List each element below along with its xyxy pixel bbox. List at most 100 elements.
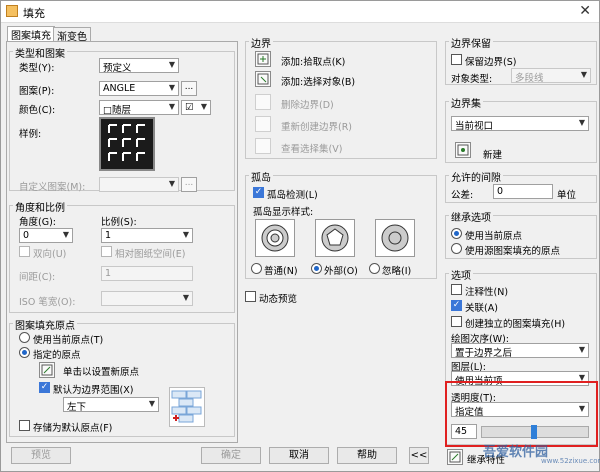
browse-pattern-button[interactable]: ... — [181, 81, 197, 96]
island-normal-icon[interactable] — [255, 219, 295, 257]
outer-label: 外部(O) — [324, 266, 358, 277]
pick-points-label: 添加:拾取点(K) — [281, 57, 346, 68]
custom-pattern-label: 自定义图案(M): — [19, 182, 86, 193]
type-value: 预定义 — [103, 63, 132, 73]
scale-label: 比例(S): — [101, 217, 137, 228]
help-button[interactable]: 帮助 — [337, 447, 397, 464]
type-label: 类型(Y): — [19, 63, 55, 74]
use-source-origin-radio[interactable] — [451, 243, 462, 254]
draw-order-select[interactable]: 置于边界之后 ▼ — [451, 343, 589, 358]
scale-select[interactable]: 1 ▼ — [101, 228, 193, 243]
normal-radio[interactable] — [251, 263, 262, 274]
angle-scale-title: 角度和比例 — [13, 199, 67, 214]
retain-boundaries-checkbox[interactable] — [451, 54, 462, 65]
collapse-button[interactable]: << — [409, 447, 429, 464]
background-color-select[interactable]: ☑ ▼ — [181, 100, 211, 115]
separate-hatches-checkbox[interactable] — [451, 316, 462, 327]
ok-button[interactable]: 确定 — [201, 447, 261, 464]
sample-label: 样例: — [19, 129, 42, 140]
angle-label: 角度(G): — [19, 217, 56, 228]
background-color-value: ☑ — [185, 102, 194, 113]
pick-points-button[interactable] — [255, 51, 271, 67]
inherit-properties-button[interactable] — [447, 449, 463, 465]
watermark-url: www.52zixue.com — [541, 457, 600, 465]
normal-label: 普通(N) — [264, 266, 298, 277]
chevron-down-icon: ▼ — [578, 118, 585, 127]
new-boundary-set-button[interactable] — [455, 142, 471, 158]
custom-pattern-select[interactable]: ▼ — [99, 177, 179, 192]
spacing-input[interactable]: 1 — [101, 266, 193, 281]
crosshair-icon — [41, 364, 53, 376]
chevron-down-icon: ▼ — [168, 60, 175, 69]
pattern-label: 图案(P): — [19, 86, 55, 97]
ignore-radio[interactable] — [369, 263, 380, 274]
new-boundary-set-label: 新建 — [483, 150, 503, 161]
chevron-down-icon: ▼ — [182, 230, 189, 239]
dynamic-preview-checkbox[interactable] — [245, 291, 256, 302]
island-style-label: 孤岛显示样式: — [253, 207, 314, 218]
normal-style-icon — [261, 224, 289, 252]
chevron-down-icon: ▼ — [168, 179, 175, 188]
title-bar: 填充 ✕ — [1, 1, 599, 23]
pattern-sample-swatch[interactable] — [99, 117, 155, 171]
chevron-down-icon: ▼ — [578, 345, 585, 354]
associative-checkbox[interactable]: ✓ — [451, 300, 462, 311]
tab-hatch[interactable]: 图案填充 — [7, 26, 55, 42]
store-default-origin-label: 存储为默认原点(F) — [33, 423, 113, 434]
use-current-origin-radio[interactable] — [451, 228, 462, 239]
click-set-origin-label: 单击以设置新原点 — [63, 367, 140, 378]
use-source-origin-label: 使用源图案填充的原点 — [465, 246, 561, 257]
extent-position-select[interactable]: 左下 ▼ — [63, 397, 159, 412]
cancel-button[interactable]: 取消 — [269, 447, 329, 464]
type-select[interactable]: 预定义 ▼ — [99, 58, 179, 73]
island-ignore-icon[interactable] — [375, 219, 415, 257]
inherit-icon — [449, 451, 461, 463]
angle-value: 0 — [23, 230, 30, 241]
close-icon[interactable]: ✕ — [579, 3, 591, 19]
remove-boundaries-button[interactable] — [255, 94, 271, 110]
browse-custom-button[interactable]: ... — [181, 177, 197, 192]
view-selection-label: 查看选择集(V) — [281, 144, 343, 155]
select-object-icon — [257, 73, 269, 85]
recreate-boundary-button[interactable] — [255, 116, 271, 132]
chevron-down-icon: ▼ — [200, 102, 207, 111]
window-title: 填充 — [23, 7, 45, 20]
origin-preview-icon — [169, 387, 205, 427]
angle-select[interactable]: 0 ▼ — [19, 228, 73, 243]
double-checkbox[interactable] — [19, 246, 30, 257]
iso-pen-label: ISO 笔宽(O): — [19, 297, 76, 308]
preview-button[interactable]: 预览 — [11, 447, 71, 464]
draw-order-value: 置于边界之后 — [455, 348, 513, 358]
set-origin-button[interactable] — [39, 362, 55, 378]
iso-pen-select[interactable]: ▼ — [101, 291, 193, 306]
island-detect-checkbox[interactable]: ✓ — [253, 187, 264, 198]
boundary-set-value: 当前视口 — [455, 121, 494, 131]
object-type-select[interactable]: 多段线 ▼ — [511, 68, 591, 83]
boundary-set-select[interactable]: 当前视口 ▼ — [451, 116, 589, 131]
current-origin-label: 使用当前原点(T) — [33, 335, 104, 346]
default-extent-checkbox[interactable]: ✓ — [39, 382, 50, 393]
tolerance-input[interactable]: 0 — [493, 184, 553, 199]
island-outer-icon[interactable] — [315, 219, 355, 257]
specified-origin-radio[interactable] — [19, 347, 30, 358]
relative-paper-checkbox[interactable] — [101, 246, 112, 257]
ignore-style-icon — [381, 224, 409, 252]
ignore-label: 忽略(I) — [382, 266, 412, 277]
remove-boundaries-label: 删除边界(D) — [281, 100, 334, 111]
color-select[interactable]: □随层 ▼ — [99, 100, 179, 115]
pattern-select[interactable]: ANGLE ▼ — [99, 81, 179, 96]
app-icon — [6, 5, 18, 17]
watermark-brand: 吾爱软件园 — [483, 445, 549, 460]
retain-title: 边界保留 — [449, 35, 493, 50]
separate-hatches-label: 创建独立的图案填充(H) — [465, 319, 566, 330]
recreate-boundary-label: 重新创建边界(R) — [281, 122, 353, 133]
select-objects-button[interactable] — [255, 71, 271, 87]
outer-radio[interactable] — [311, 263, 322, 274]
current-origin-radio[interactable] — [19, 332, 30, 343]
default-extent-label: 默认为边界范围(X) — [53, 385, 134, 396]
island-detect-label: 孤岛检测(L) — [267, 190, 318, 201]
view-selection-button[interactable] — [255, 138, 271, 154]
tab-gradient[interactable]: 渐变色 — [53, 27, 91, 43]
store-default-origin-checkbox[interactable] — [19, 420, 30, 431]
annotative-checkbox[interactable] — [451, 284, 462, 295]
